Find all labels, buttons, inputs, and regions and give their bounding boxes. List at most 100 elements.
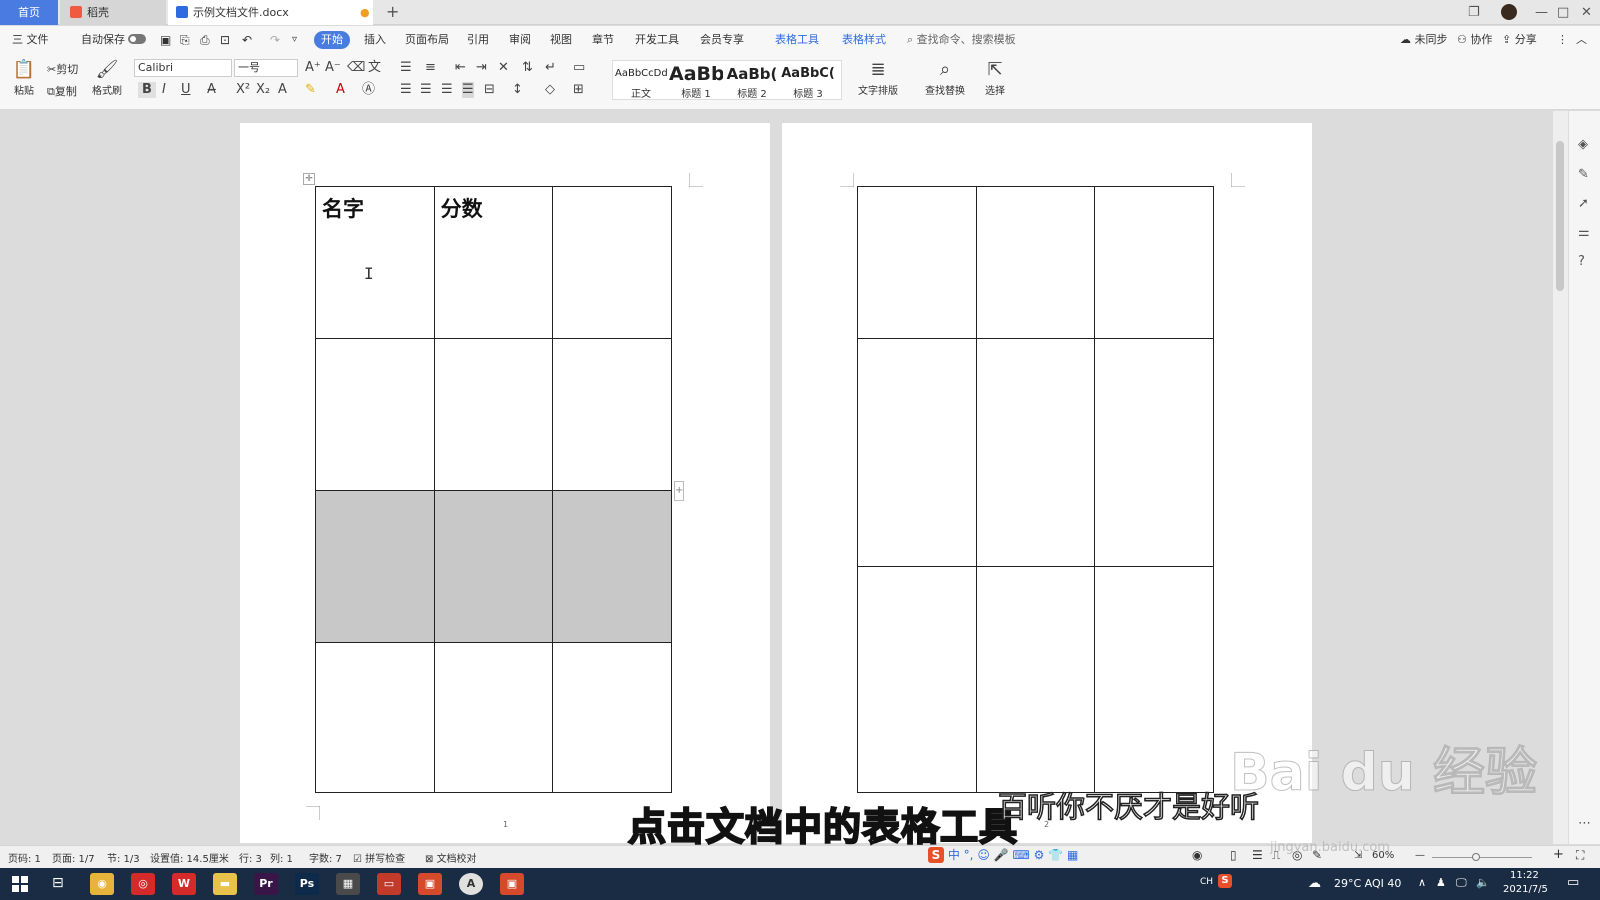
save-icon[interactable]: ▣ xyxy=(160,31,171,49)
style-panel-icon[interactable]: ◈ xyxy=(1578,137,1588,152)
clock-time[interactable]: 11:22 xyxy=(1510,870,1539,881)
edit-pen-icon[interactable]: ✎ xyxy=(1578,167,1589,182)
recorder-icon[interactable]: ▣ xyxy=(418,873,442,895)
table-cell[interactable] xyxy=(975,338,1096,567)
volume-icon[interactable]: 🔈 xyxy=(1476,876,1490,889)
toolbox-icon[interactable]: ▦ xyxy=(1067,848,1078,862)
vertical-scrollbar[interactable] xyxy=(1553,111,1568,844)
minimize-button[interactable]: — xyxy=(1535,0,1548,25)
command-search[interactable]: ⌕ 查找命令、搜索模板 xyxy=(907,31,1016,49)
clapper-icon[interactable]: ▦ xyxy=(336,873,360,895)
menu-insert[interactable]: 插入 xyxy=(364,31,386,49)
phonetic-icon[interactable]: 文 xyxy=(368,60,381,76)
style-heading3[interactable]: AaBbC(标题 3 xyxy=(781,63,835,100)
folder-icon[interactable]: ▬ xyxy=(213,873,237,895)
numbered-list-icon[interactable]: ≡ xyxy=(425,60,436,76)
font-name-select[interactable]: Calibri xyxy=(134,59,232,77)
subscript-icon[interactable]: X₂ xyxy=(256,82,270,98)
table-cell[interactable] xyxy=(552,186,672,339)
grow-font-icon[interactable]: A⁺ xyxy=(305,60,321,76)
tray-chevron-icon[interactable]: ∧ xyxy=(1418,876,1426,889)
italic-button[interactable]: I xyxy=(162,82,166,98)
table-cell[interactable] xyxy=(1094,338,1214,567)
notification-icon[interactable]: ▭ xyxy=(1567,875,1579,890)
highlight-icon[interactable]: ✎ xyxy=(305,82,316,98)
scroll-thumb[interactable] xyxy=(1556,141,1564,291)
customize-chevron-icon[interactable]: ▿ xyxy=(292,31,297,49)
tab-document[interactable]: 示例文档文件.docx ● xyxy=(168,0,373,25)
increase-indent-icon[interactable]: ⇥ xyxy=(476,60,487,76)
screen-capture-icon[interactable]: ▣ xyxy=(500,873,524,895)
style-normal[interactable]: AaBbCcDd 正文 xyxy=(615,63,667,100)
zoom-slider-handle[interactable] xyxy=(1472,853,1480,861)
table-cell[interactable] xyxy=(1094,566,1214,793)
table-cell[interactable] xyxy=(552,642,672,793)
sogou-tray-icon[interactable]: S xyxy=(1218,874,1232,888)
chrome-icon[interactable]: ◉ xyxy=(90,873,114,895)
photoshop-icon[interactable]: Ps xyxy=(295,873,319,895)
autosave-toggle[interactable]: 自动保存 xyxy=(81,31,146,49)
borders-icon[interactable]: ⊞ xyxy=(573,82,584,98)
menu-page-layout[interactable]: 页面布局 xyxy=(405,31,449,49)
char-border-icon[interactable]: Ⓐ xyxy=(362,82,375,98)
table-cell[interactable]: 分数 xyxy=(433,186,554,339)
table-cell[interactable] xyxy=(552,338,672,491)
table-cell[interactable] xyxy=(433,338,554,491)
table-cell[interactable] xyxy=(975,566,1096,793)
distribute-icon[interactable]: ⊟ xyxy=(484,82,495,98)
status-section[interactable]: 节: 1/3 xyxy=(107,850,140,865)
zoom-slider[interactable] xyxy=(1432,853,1532,861)
menu-review[interactable]: 审阅 xyxy=(509,31,531,49)
table-cell[interactable] xyxy=(857,566,977,793)
redo-icon[interactable]: ↷ xyxy=(270,31,280,49)
show-marks-icon[interactable]: ↵ xyxy=(545,60,556,76)
weather-cloud-icon[interactable]: ☁ xyxy=(1308,876,1321,891)
network-icon[interactable]: 🖵 xyxy=(1456,876,1467,890)
adjust-icon[interactable]: ⚌ xyxy=(1578,225,1590,240)
maximize-button[interactable]: □ xyxy=(1557,0,1569,25)
clear-format-icon[interactable]: ⌫ xyxy=(347,60,365,76)
close-button[interactable]: ✕ xyxy=(1581,0,1592,25)
fullscreen-icon[interactable]: ⛶ xyxy=(1576,848,1584,863)
shrink-font-icon[interactable]: A⁻ xyxy=(325,60,341,76)
style-heading2[interactable]: AaBb(标题 2 xyxy=(725,63,779,100)
eye-protect-icon[interactable]: ◉ xyxy=(1192,848,1202,862)
paste-button[interactable]: 📋 粘贴 xyxy=(10,58,38,97)
align-center-icon[interactable]: ☰ xyxy=(420,82,432,98)
export-icon[interactable]: ⎘ xyxy=(180,31,190,49)
menu-chapter[interactable]: 章节 xyxy=(592,31,614,49)
preview-icon[interactable]: ⊡ xyxy=(220,31,230,49)
proofread-button[interactable]: ⊠ 文档校对 xyxy=(425,850,477,865)
menu-table-style[interactable]: 表格样式 xyxy=(842,31,886,49)
table-cell[interactable] xyxy=(433,642,554,793)
text-layout-button[interactable]: ≣ 文字排版 xyxy=(853,58,903,97)
more-menu-icon[interactable]: ⋮ xyxy=(1557,31,1568,49)
zoom-out-button[interactable]: — xyxy=(1415,850,1425,861)
line-spacing-icon[interactable]: ↕ xyxy=(512,82,523,98)
sort-icon[interactable]: ⇅ xyxy=(522,60,533,76)
menu-references[interactable]: 引用 xyxy=(467,31,489,49)
table-2[interactable] xyxy=(857,186,1214,793)
table-cell[interactable] xyxy=(975,186,1096,339)
status-words[interactable]: 字数: 7 xyxy=(309,850,342,865)
avatar[interactable] xyxy=(1501,4,1517,20)
start-windows-icon[interactable] xyxy=(12,876,28,892)
select-button[interactable]: ⇱ 选择 xyxy=(978,58,1012,97)
table-cell[interactable]: 名字 xyxy=(315,186,435,339)
table-cell[interactable] xyxy=(857,186,977,339)
spell-check-button[interactable]: ☑ 拼写检查 xyxy=(353,850,405,865)
strikethrough-icon[interactable]: A̶ xyxy=(207,82,216,98)
sync-button[interactable]: ☁ 未同步 xyxy=(1400,31,1448,49)
tab-home[interactable]: 首页 xyxy=(0,0,58,25)
table-cell[interactable] xyxy=(1094,186,1214,339)
skin-icon[interactable]: ⚙ xyxy=(1034,848,1045,862)
bullet-list-icon[interactable]: ☰ xyxy=(400,60,412,76)
copy-button[interactable]: ⧉复制 xyxy=(47,83,77,99)
decrease-indent-icon[interactable]: ⇤ xyxy=(455,60,466,76)
layout-icon[interactable]: ❐ xyxy=(1468,0,1480,25)
status-page-code[interactable]: 页码: 1 xyxy=(8,850,41,865)
status-pages[interactable]: 页面: 1/7 xyxy=(52,850,95,865)
collapse-ribbon-icon[interactable]: ︿ xyxy=(1576,31,1587,49)
slides-icon[interactable]: ▭ xyxy=(377,873,401,895)
style-heading1[interactable]: AaBb 标题 1 xyxy=(669,63,723,100)
